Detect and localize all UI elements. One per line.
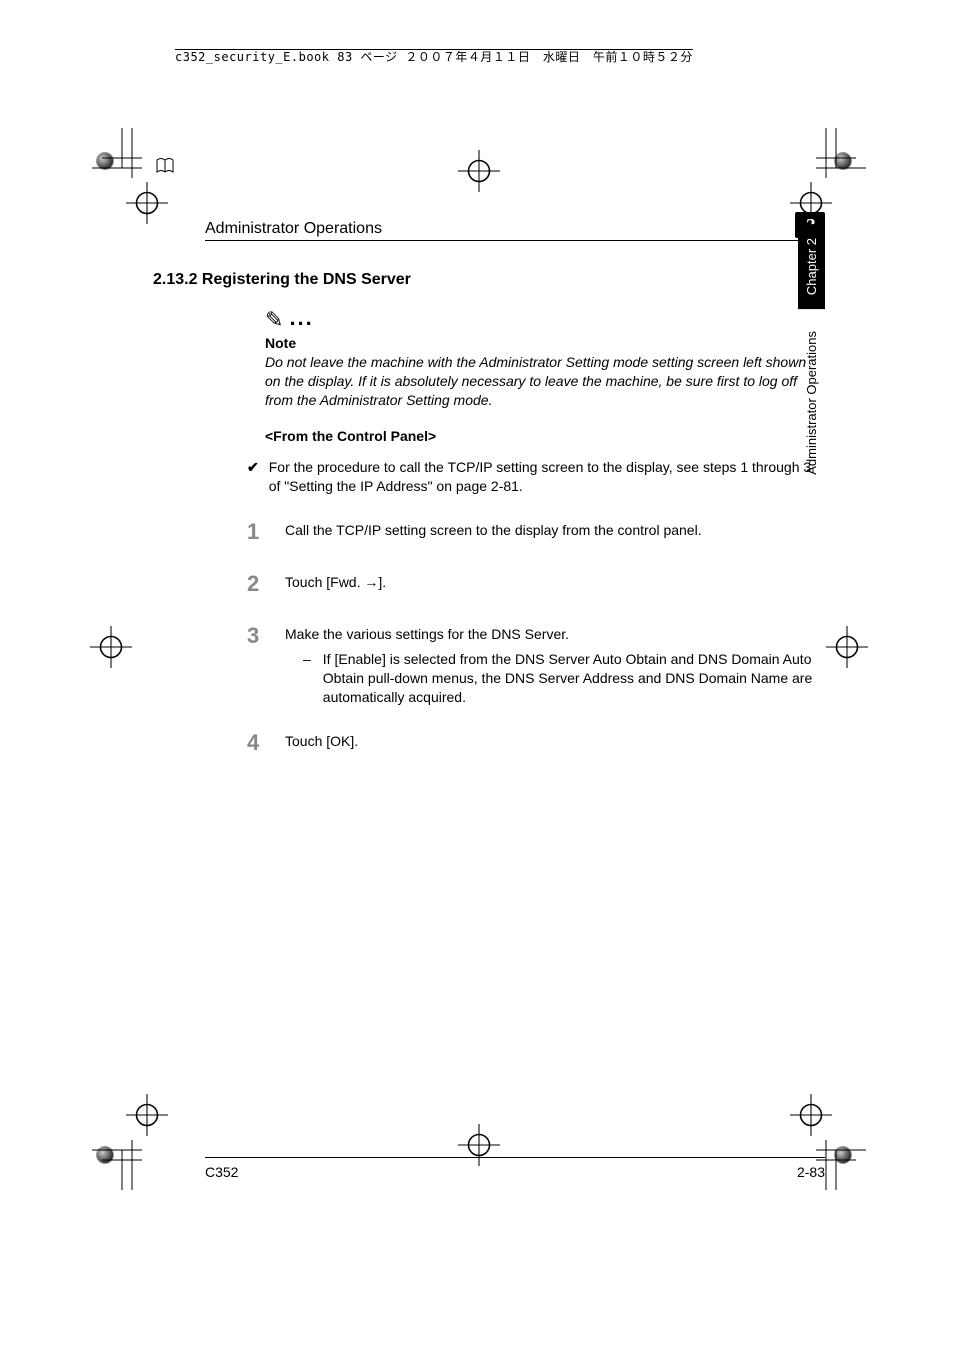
step-sub-text: If [Enable] is selected from the DNS Ser…: [323, 650, 825, 707]
side-tab-label: Administrator Operations: [798, 317, 825, 489]
bullet-item: ✔ For the procedure to call the TCP/IP s…: [247, 458, 825, 496]
page-content: Administrator Operations 2 2.13.2 Regist…: [135, 120, 825, 1180]
step-4: 4 Touch [OK].: [247, 728, 825, 758]
step-text: Call the TCP/IP setting screen to the di…: [285, 517, 825, 547]
pencil-icon: ✎: [265, 307, 283, 333]
bullet-text: For the procedure to call the TCP/IP set…: [269, 458, 825, 496]
dash-icon: –: [303, 650, 311, 707]
footer-model: C352: [205, 1164, 238, 1180]
note-text: Do not leave the machine with the Admini…: [265, 353, 825, 410]
note-block: ✎ ... Note Do not leave the machine with…: [265, 307, 825, 410]
crop-corner-icon: [72, 128, 142, 198]
side-tab-chapter: Chapter 2: [798, 224, 825, 309]
registration-mark-icon: [826, 626, 868, 668]
crop-corner-icon: [816, 128, 886, 198]
checkmark-icon: ✔: [247, 458, 259, 496]
print-header: c352_security_E.book 83 ページ ２００７年４月１１日 水…: [175, 48, 693, 65]
step-number: 1: [247, 517, 263, 547]
step-sub-item: – If [Enable] is selected from the DNS S…: [303, 650, 825, 707]
step-text: Make the various settings for the DNS Se…: [285, 625, 825, 644]
step-3: 3 Make the various settings for the DNS …: [247, 621, 825, 707]
print-header-text: c352_security_E.book 83 ページ ２００７年４月１１日 水…: [175, 50, 693, 64]
crop-corner-icon: [72, 1120, 142, 1190]
registration-mark-icon: [90, 626, 132, 668]
crop-corner-icon: [816, 1120, 886, 1190]
step-number: 4: [247, 728, 263, 758]
page-footer: C352 2-83: [205, 1157, 825, 1180]
step-text: Touch [Fwd. →].: [285, 569, 825, 599]
dots-icon: ...: [289, 313, 313, 323]
step-1: 1 Call the TCP/IP setting screen to the …: [247, 517, 825, 547]
sub-heading: <From the Control Panel>: [265, 428, 825, 444]
header-title: Administrator Operations: [205, 220, 382, 238]
step-2: 2 Touch [Fwd. →].: [247, 569, 825, 599]
footer-page-number: 2-83: [797, 1164, 825, 1180]
page-header: Administrator Operations 2: [205, 212, 825, 241]
step-text: Touch [OK].: [285, 728, 825, 758]
section-heading: 2.13.2 Registering the DNS Server: [153, 271, 825, 289]
step-number: 2: [247, 569, 263, 599]
side-tabs: Chapter 2 Administrator Operations: [798, 224, 825, 489]
step-number: 3: [247, 621, 263, 707]
note-label: Note: [265, 335, 825, 351]
